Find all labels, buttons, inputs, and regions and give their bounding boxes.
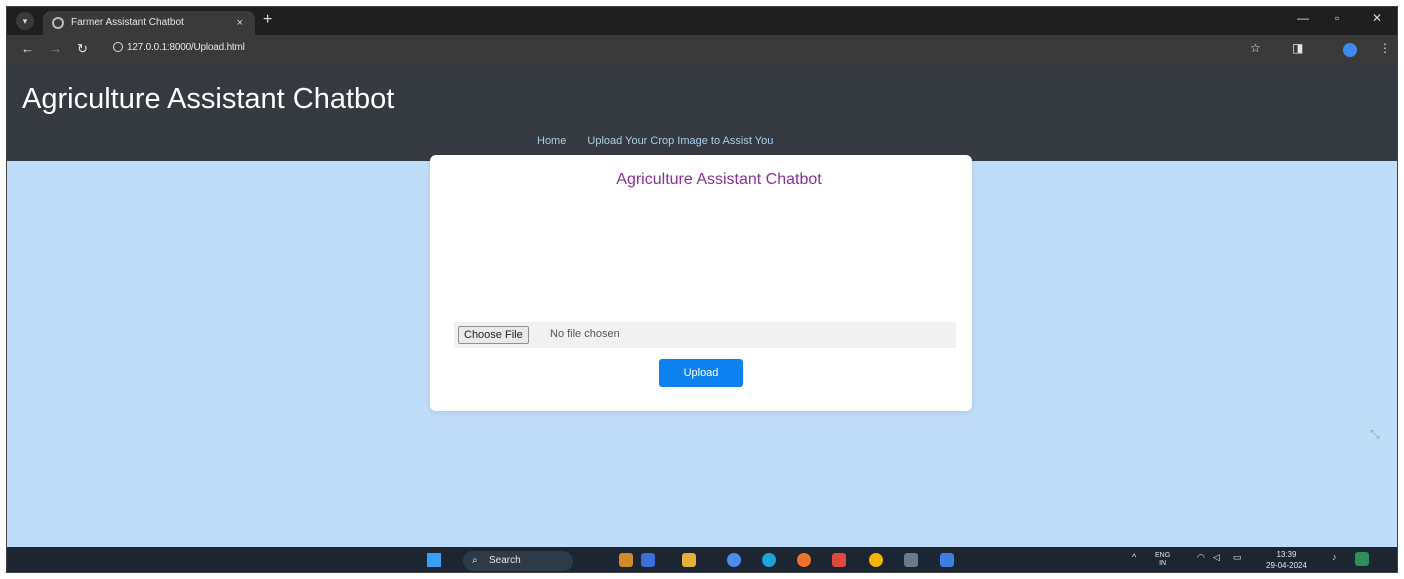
terminal-icon[interactable]	[904, 553, 918, 567]
browser-tabstrip: ▾ Farmer Assistant Chatbot × + — ▫ ✕	[7, 7, 1397, 35]
side-panel-icon[interactable]: ⤡	[1370, 427, 1380, 442]
browser-tab[interactable]: Farmer Assistant Chatbot ×	[43, 11, 255, 35]
tray-overflow-icon[interactable]: ^	[1132, 552, 1136, 562]
chrome-icon[interactable]	[727, 553, 741, 567]
taskbar-search[interactable]: ⌕ Search	[463, 551, 573, 571]
region-code: IN	[1159, 560, 1167, 567]
upload-button[interactable]: Upload	[659, 359, 743, 387]
bookmark-star-icon[interactable]: ☆	[1250, 41, 1261, 55]
brave-icon[interactable]	[832, 553, 846, 567]
tab-title: Farmer Assistant Chatbot	[71, 17, 184, 28]
close-window-icon[interactable]: ✕	[1372, 11, 1382, 25]
site-nav: Home Upload Your Crop Image to Assist Yo…	[537, 135, 791, 147]
file-status-text: No file chosen	[550, 328, 620, 340]
windows-start-icon[interactable]	[427, 553, 441, 567]
profile-avatar[interactable]	[1343, 43, 1357, 57]
back-icon[interactable]: ←	[21, 41, 34, 56]
file-explorer-icon[interactable]	[682, 553, 696, 567]
chrome-active-icon[interactable]	[869, 553, 883, 567]
clock-time: 13:39	[1276, 550, 1297, 559]
menu-kebab-icon[interactable]: ⋮	[1379, 41, 1391, 55]
new-tab-button[interactable]: +	[263, 11, 272, 29]
task-view-icon[interactable]	[641, 553, 655, 567]
site-brand[interactable]: Agriculture Assistant Chatbot	[22, 83, 394, 116]
screenshot-frame: ▾ Farmer Assistant Chatbot × + — ▫ ✕ ← →…	[6, 6, 1398, 573]
widgets-icon[interactable]	[619, 553, 633, 567]
address-bar[interactable]: 127.0.0.1:8000/Upload.html	[127, 42, 245, 53]
clock-date: 29-04-2024	[1266, 561, 1307, 570]
search-icon: ⌕	[472, 555, 478, 566]
firefox-icon[interactable]	[797, 553, 811, 567]
tab-search-icon[interactable]: ▾	[16, 12, 34, 30]
edge-icon[interactable]	[762, 553, 776, 567]
wifi-icon[interactable]: ◠	[1197, 552, 1205, 563]
chat-area	[454, 205, 954, 315]
language-code: ENG	[1155, 552, 1171, 559]
close-tab-icon[interactable]: ×	[237, 11, 243, 35]
card-title: Agriculture Assistant Chatbot	[616, 171, 822, 188]
file-input[interactable]: Choose File No file chosen	[454, 322, 956, 348]
taskbar: ⌕ Search ^ ENG IN ◠ ◁ ▭ 13:39 29-04-2024…	[7, 547, 1397, 572]
notification-bell-icon[interactable]: ♪	[1332, 552, 1337, 562]
browser-toolbar: ← → ↻ 127.0.0.1:8000/Upload.html ☆ ◨ ⋮	[7, 35, 1397, 65]
vscode-icon[interactable]	[940, 553, 954, 567]
choose-file-button[interactable]: Choose File	[458, 326, 529, 344]
upload-card: Agriculture Assistant Chatbot Choose Fil…	[430, 155, 972, 411]
forward-icon[interactable]: →	[49, 41, 62, 56]
battery-icon[interactable]: ▭	[1233, 552, 1242, 563]
minimize-icon[interactable]: —	[1297, 11, 1309, 25]
site-info-icon[interactable]	[113, 42, 123, 52]
copilot-icon[interactable]	[1355, 552, 1369, 566]
language-indicator[interactable]: ENG IN	[1155, 552, 1170, 568]
nav-link-upload[interactable]: Upload Your Crop Image to Assist You	[587, 135, 773, 147]
reload-icon[interactable]: ↻	[77, 41, 88, 57]
restore-icon[interactable]: ▫	[1335, 11, 1339, 25]
volume-icon[interactable]: ◁	[1213, 552, 1220, 563]
site-header: Agriculture Assistant Chatbot Home Uploa…	[7, 65, 1397, 161]
favicon-icon	[52, 17, 64, 29]
extensions-icon[interactable]: ◨	[1292, 41, 1303, 55]
taskbar-search-label: Search	[489, 555, 521, 566]
clock[interactable]: 13:39 29-04-2024	[1266, 549, 1307, 571]
nav-link-home[interactable]: Home	[537, 135, 566, 147]
